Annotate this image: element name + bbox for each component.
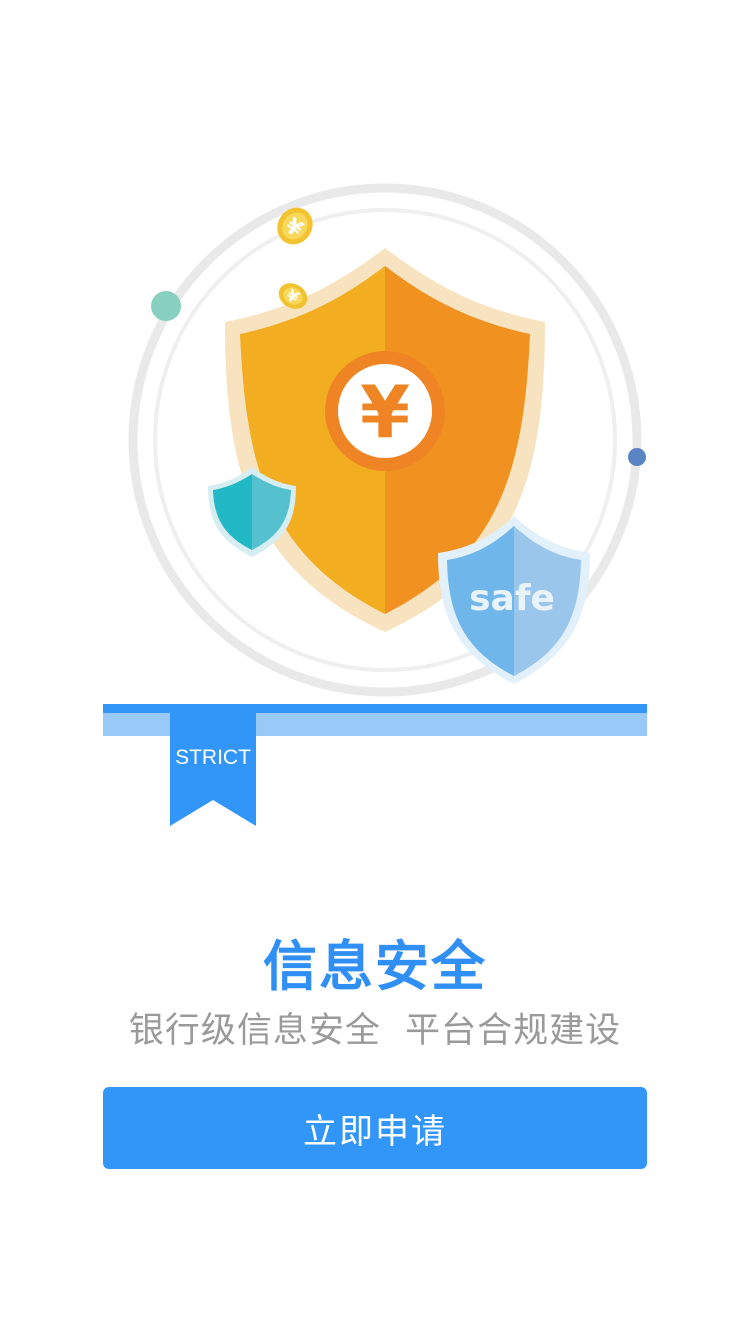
green-dot bbox=[151, 291, 181, 321]
strict-label: STRICT bbox=[175, 746, 251, 769]
apply-now-label: 立即申请 bbox=[303, 1111, 447, 1152]
safe-label: safe bbox=[469, 578, 555, 619]
blue-dot bbox=[628, 448, 646, 466]
page-title: 信息安全 bbox=[263, 935, 487, 998]
security-illustration: ¥ ¥ ¥ safe STRICT bbox=[103, 183, 647, 826]
strict-bookmark: STRICT bbox=[170, 709, 256, 826]
onboarding-page: ¥ ¥ ¥ safe STRICT 信息安全 银行级信息安全 平台合规建设 立即… bbox=[0, 0, 750, 1334]
apply-now-button[interactable]: 立即申请 bbox=[103, 1087, 647, 1169]
page-subtitle: 银行级信息安全 平台合规建设 bbox=[128, 1011, 622, 1051]
yuan-symbol: ¥ bbox=[360, 370, 410, 454]
